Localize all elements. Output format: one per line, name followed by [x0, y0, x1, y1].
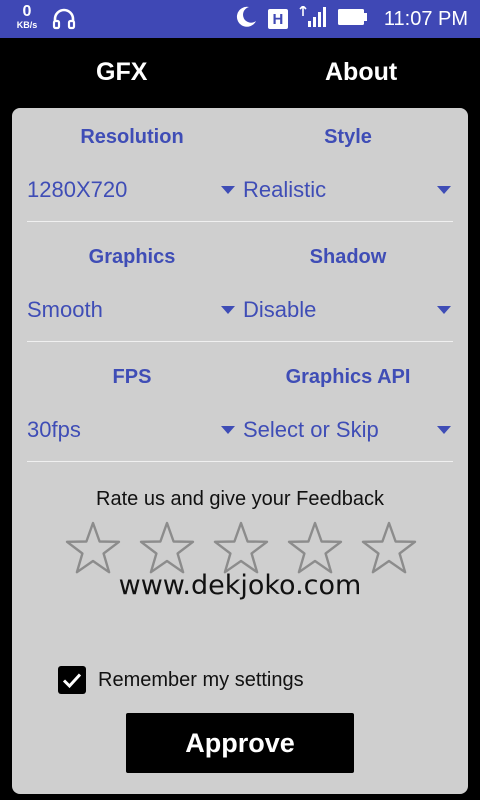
tab-gfx[interactable]: GFX	[96, 58, 147, 87]
graphics-value: Smooth	[27, 297, 103, 322]
dropdown-arrow-icon	[221, 306, 235, 314]
network-speed-unit: KB/s	[16, 20, 38, 30]
watermark-text: www.dekjoko.com	[118, 570, 362, 601]
shadow-dropdown[interactable]: Disable	[243, 292, 451, 328]
feedback-prompt: Rate us and give your Feedback	[96, 488, 384, 510]
moon-icon	[234, 5, 258, 34]
shadow-value: Disable	[243, 297, 317, 322]
network-speed: 0 KB/s	[12, 4, 42, 30]
shadow-label: Shadow	[309, 246, 387, 268]
dropdown-arrow-icon	[221, 186, 235, 194]
settings-card: Resolution Style 1280X720 Realistic Grap…	[12, 108, 468, 794]
settings-row-2: Graphics Shadow Smooth Disable	[12, 246, 468, 356]
style-value: Realistic	[243, 177, 327, 202]
graphics-api-value: Select or Skip	[243, 417, 379, 442]
tab-about[interactable]: About	[325, 58, 397, 87]
divider	[27, 341, 453, 342]
graphics-label: Graphics	[88, 246, 176, 268]
approve-button[interactable]: Approve	[126, 713, 354, 773]
dropdown-arrow-icon	[221, 426, 235, 434]
dropdown-arrow-icon	[437, 426, 451, 434]
battery-icon	[337, 8, 368, 31]
divider	[27, 221, 453, 222]
resolution-dropdown[interactable]: 1280X720	[27, 172, 235, 208]
fps-value: 30fps	[27, 417, 81, 442]
graphics-api-dropdown[interactable]: Select or Skip	[243, 412, 451, 448]
signal-icon	[298, 4, 328, 33]
top-tab-bar: GFX About	[0, 38, 480, 108]
remember-checkbox[interactable]	[58, 666, 86, 694]
divider	[27, 461, 453, 462]
fps-label: FPS	[112, 366, 152, 388]
remember-label: Remember my settings	[98, 668, 304, 691]
clock: 11:07 PM	[383, 7, 468, 30]
settings-row-3: FPS Graphics API 30fps Select or Skip	[12, 366, 468, 476]
status-bar: 0 KB/s H 11:07 PM	[0, 0, 480, 38]
style-dropdown[interactable]: Realistic	[243, 172, 451, 208]
headphone-icon	[52, 8, 76, 30]
hd-badge-letter: H	[272, 10, 284, 28]
dropdown-arrow-icon	[437, 186, 451, 194]
checkmark-icon	[62, 673, 82, 689]
hd-badge-icon: H	[267, 9, 288, 29]
resolution-label: Resolution	[80, 126, 184, 148]
graphics-dropdown[interactable]: Smooth	[27, 292, 235, 328]
remember-settings[interactable]: Remember my settings	[58, 666, 304, 694]
style-label: Style	[324, 126, 372, 148]
network-speed-value: 0	[22, 3, 32, 20]
fps-dropdown[interactable]: 30fps	[27, 412, 235, 448]
settings-row-1: Resolution Style 1280X720 Realistic	[12, 126, 468, 236]
resolution-value: 1280X720	[27, 177, 128, 202]
graphics-api-label: Graphics API	[285, 366, 411, 388]
dropdown-arrow-icon	[437, 306, 451, 314]
